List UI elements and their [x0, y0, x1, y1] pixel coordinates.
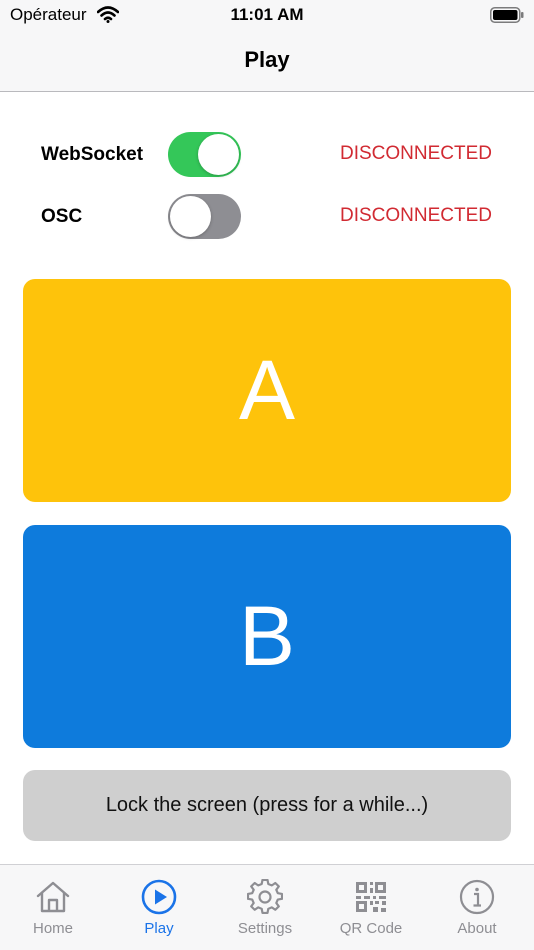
- page-title: Play: [244, 47, 290, 72]
- button-b[interactable]: B: [23, 525, 511, 748]
- tab-about[interactable]: About: [424, 865, 530, 950]
- tab-label: Home: [32, 920, 73, 937]
- battery-icon: [490, 7, 524, 23]
- tab-settings[interactable]: Settings: [212, 865, 318, 950]
- navigation-bar: Play: [0, 30, 534, 92]
- osc-row: OSC DISCONNECTED: [0, 194, 534, 240]
- info-icon: [459, 879, 495, 915]
- osc-label: OSC: [41, 206, 83, 227]
- tab-home[interactable]: Home: [0, 865, 106, 950]
- tab-bar: Home Play Settings QR Code About: [0, 864, 534, 950]
- websocket-toggle[interactable]: [168, 132, 241, 177]
- websocket-row: WebSocket DISCONNECTED: [0, 132, 534, 178]
- qr-code-icon: [356, 882, 386, 912]
- lock-screen-button[interactable]: Lock the screen (press for a while...): [23, 770, 511, 841]
- tab-label: Settings: [237, 920, 293, 937]
- websocket-status: DISCONNECTED: [339, 143, 492, 164]
- osc-status: DISCONNECTED: [339, 205, 492, 226]
- button-a[interactable]: A: [23, 279, 511, 502]
- status-time: 11:01 AM: [230, 5, 304, 24]
- home-icon: [36, 881, 70, 913]
- websocket-label: WebSocket: [41, 144, 144, 165]
- tab-label: QR Code: [339, 920, 403, 937]
- osc-toggle[interactable]: [168, 194, 241, 239]
- tab-label: Play: [144, 920, 174, 937]
- play-circle-icon: [141, 879, 177, 915]
- gear-icon: [247, 879, 283, 914]
- toggle-knob: [198, 134, 239, 175]
- toggle-knob: [170, 196, 211, 237]
- play-content: WebSocket DISCONNECTED OSC DISCONNECTED …: [0, 93, 534, 864]
- tab-label: About: [457, 920, 497, 937]
- tab-qr-code[interactable]: QR Code: [318, 865, 424, 950]
- status-bar: Opérateur 11:01 AM: [0, 0, 534, 30]
- tab-play[interactable]: Play: [106, 865, 212, 950]
